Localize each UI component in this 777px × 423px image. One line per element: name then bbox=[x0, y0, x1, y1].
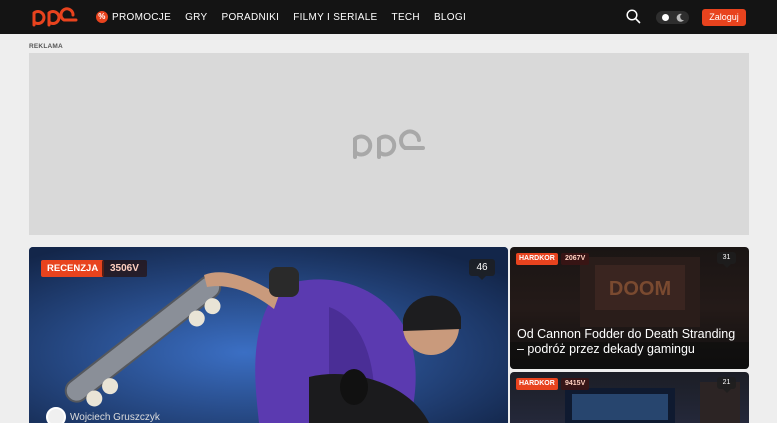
side-article-card[interactable]: HARDKOR 9415V 21 bbox=[510, 372, 749, 423]
nav-item-blogi[interactable]: BLOGI bbox=[434, 12, 466, 23]
top-navigation-bar: % PROMOCJE GRY PORADNIKI FILMY I SERIALE… bbox=[0, 0, 777, 34]
score-badge: 3506V bbox=[102, 260, 147, 277]
nav-item-tech[interactable]: TECH bbox=[392, 12, 420, 23]
score-badge: 2067V bbox=[561, 253, 590, 265]
category-badge[interactable]: HARDKOR bbox=[516, 378, 558, 390]
percent-icon: % bbox=[96, 11, 108, 23]
toggle-knob bbox=[662, 14, 669, 21]
ad-placeholder[interactable] bbox=[29, 53, 749, 235]
nav-item-gry[interactable]: GRY bbox=[185, 12, 207, 23]
comments-count-badge[interactable]: 31 bbox=[717, 252, 736, 268]
moon-icon bbox=[676, 13, 684, 22]
search-icon[interactable] bbox=[626, 9, 641, 24]
nav-item-filmy-i-seriale[interactable]: FILMY I SERIALE bbox=[293, 12, 377, 23]
nav-item-promocje[interactable]: % PROMOCJE bbox=[96, 11, 171, 23]
featured-article-card[interactable]: RECENZJA 3506V 46 Wojciech Gruszczyk bbox=[29, 247, 508, 423]
theme-toggle[interactable] bbox=[656, 11, 689, 24]
main-nav: % PROMOCJE GRY PORADNIKI FILMY I SERIALE… bbox=[96, 0, 480, 34]
author-info[interactable]: Wojciech Gruszczyk bbox=[46, 407, 160, 423]
side-article-card[interactable]: DOOM HARDKOR 2067V 31 Od Cannon Fodder d… bbox=[510, 247, 749, 369]
category-badge[interactable]: RECENZJA bbox=[41, 260, 105, 277]
score-badge: 9415V bbox=[561, 378, 590, 390]
login-button[interactable]: Zaloguj bbox=[702, 9, 746, 26]
comments-count-badge[interactable]: 46 bbox=[469, 259, 495, 280]
category-badge[interactable]: HARDKOR bbox=[516, 253, 558, 265]
nav-item-poradniki[interactable]: PORADNIKI bbox=[221, 12, 279, 23]
svg-text:DOOM: DOOM bbox=[609, 278, 671, 300]
ppe-logo[interactable] bbox=[31, 7, 79, 27]
nav-label: PROMOCJE bbox=[112, 11, 172, 23]
author-name: Wojciech Gruszczyk bbox=[70, 411, 160, 423]
avatar bbox=[46, 407, 66, 423]
article-title[interactable]: Od Cannon Fodder do Death Stranding – po… bbox=[517, 327, 743, 357]
ppe-watermark-logo bbox=[353, 129, 425, 159]
ad-label: REKLAMA bbox=[29, 43, 63, 50]
comments-count-badge[interactable]: 21 bbox=[717, 377, 736, 393]
